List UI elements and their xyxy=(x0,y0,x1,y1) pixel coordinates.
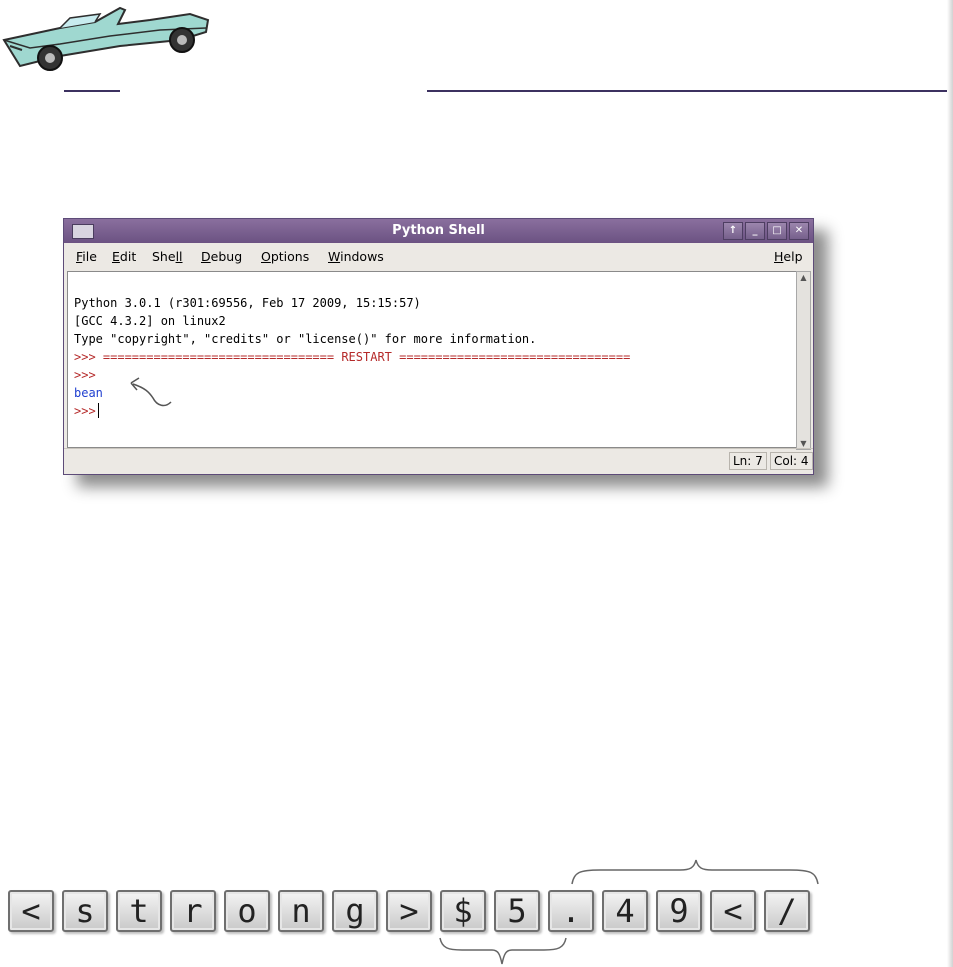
banner-line: Python 3.0.1 (r301:69556, Feb 17 2009, 1… xyxy=(74,296,421,310)
minimize-button[interactable]: _ xyxy=(745,222,765,240)
menu-debug[interactable]: Debug xyxy=(201,249,242,264)
character-key: t xyxy=(116,890,162,932)
character-key: r xyxy=(170,890,216,932)
annotation-arrow-icon xyxy=(130,377,172,407)
status-line: Ln: 7 xyxy=(729,452,767,470)
character-key-strip: < s t r o n g > $ 5 . 4 9 < / xyxy=(8,890,810,932)
page-edge-shadow xyxy=(947,0,953,967)
vertical-scrollbar[interactable]: ▲ ▼ xyxy=(796,271,811,450)
menu-edit[interactable]: Edit xyxy=(112,249,136,264)
character-key: > xyxy=(386,890,432,932)
character-key: n xyxy=(278,890,324,932)
restart-line: ================================ RESTART… xyxy=(95,350,631,364)
menu-help[interactable]: Help xyxy=(774,249,803,264)
character-key: g xyxy=(332,890,378,932)
menu-file[interactable]: File xyxy=(76,249,97,264)
keep-above-button[interactable]: ↑ xyxy=(723,222,743,240)
lower-brace-icon xyxy=(439,937,567,965)
python-shell-window: Python Shell ↑ _ □ ✕ File Edit Shell Deb… xyxy=(63,218,814,475)
maximize-button[interactable]: □ xyxy=(767,222,787,240)
shell-text-area[interactable]: Python 3.0.1 (r301:69556, Feb 17 2009, 1… xyxy=(67,271,798,448)
text-cursor xyxy=(97,403,100,418)
status-column: Col: 4 xyxy=(770,452,813,470)
character-key: 5 xyxy=(494,890,540,932)
character-key: 4 xyxy=(602,890,648,932)
window-titlebar[interactable]: Python Shell ↑ _ □ ✕ xyxy=(64,219,813,243)
prompt: >>> xyxy=(74,404,96,418)
character-key: < xyxy=(8,890,54,932)
menu-bar: File Edit Shell Debug Options Windows He… xyxy=(64,243,813,269)
upper-brace-icon xyxy=(571,859,819,885)
scroll-up-icon[interactable]: ▲ xyxy=(797,272,810,283)
prompt: >>> xyxy=(74,350,96,364)
window-title: Python Shell xyxy=(392,223,485,238)
prompt: >>> xyxy=(74,368,96,382)
menu-shell[interactable]: Shell xyxy=(152,249,183,264)
status-bar: Ln: 7 Col: 4 xyxy=(64,448,813,473)
banner-line: [GCC 4.3.2] on linux2 xyxy=(74,314,226,328)
character-key: s xyxy=(62,890,108,932)
close-button[interactable]: ✕ xyxy=(789,222,809,240)
output-line: bean xyxy=(74,386,103,400)
character-key: 9 xyxy=(656,890,702,932)
character-key: / xyxy=(764,890,810,932)
car-illustration xyxy=(2,6,210,71)
character-key: $ xyxy=(440,890,486,932)
character-key: o xyxy=(224,890,270,932)
banner-line: Type "copyright", "credits" or "license(… xyxy=(74,332,537,346)
header-rule-left xyxy=(64,90,120,92)
character-key: < xyxy=(710,890,756,932)
character-key: . xyxy=(548,890,594,932)
header-rule-right xyxy=(427,90,947,92)
menu-windows[interactable]: Windows xyxy=(328,249,384,264)
menu-options[interactable]: Options xyxy=(261,249,309,264)
